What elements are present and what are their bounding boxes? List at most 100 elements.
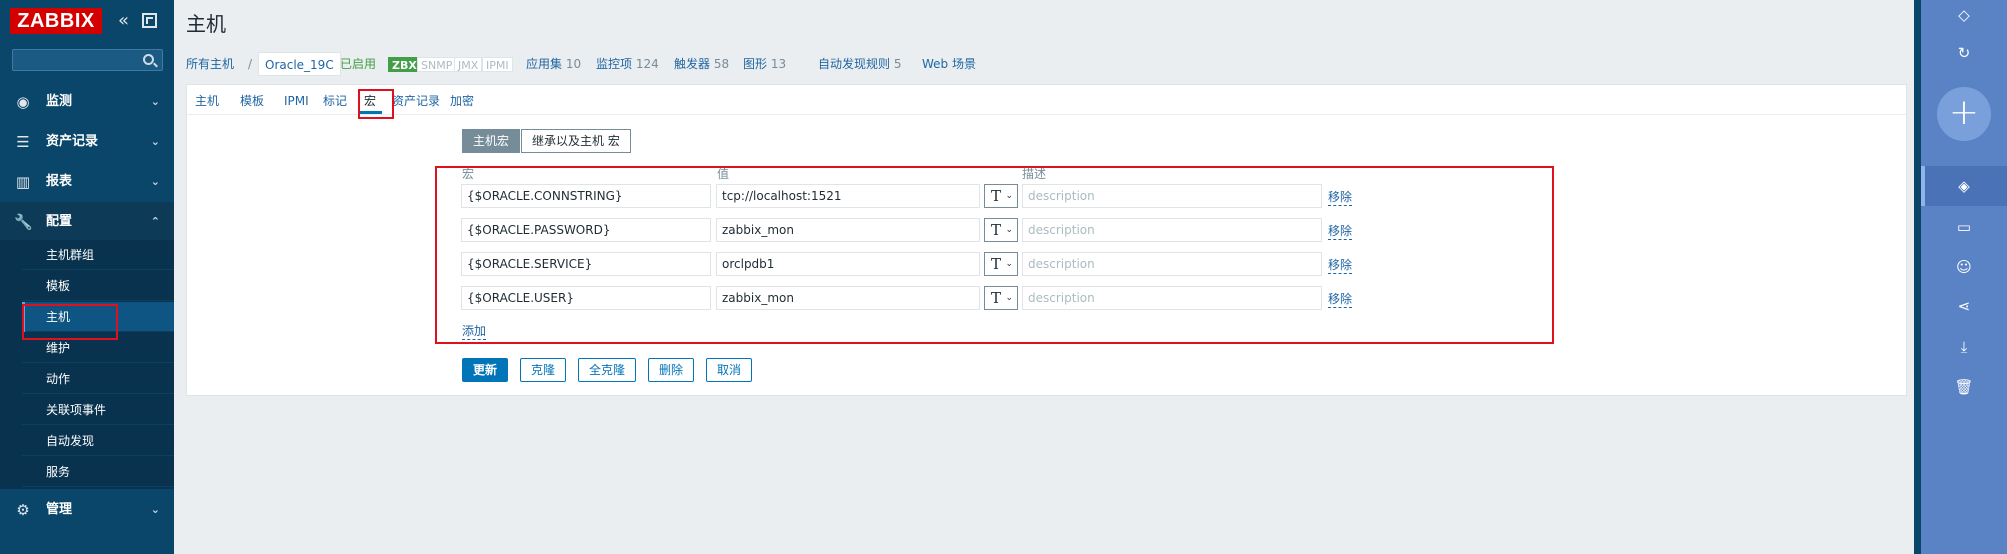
toggle-host-macros[interactable]: 主机宏 — [462, 129, 521, 153]
submenu-host-groups[interactable]: 主机群组 — [22, 240, 174, 270]
configuration-submenu: 主机群组 模板 主机 维护 动作 关联项事件 自动发现 服务 — [0, 240, 174, 489]
highlight-box-hosts — [22, 304, 118, 340]
macro-name-field[interactable]: {$ORACLE.PASSWORD} — [461, 218, 711, 242]
menu-administration[interactable]: ⚙ 管理 ⌄ — [0, 490, 174, 530]
value-type-dropdown[interactable]: T ⌄ — [984, 286, 1018, 310]
remove-link[interactable]: 移除 — [1328, 222, 1353, 240]
macro-description-field[interactable]: description — [1022, 184, 1322, 208]
user-icon[interactable]: ☺ — [1954, 258, 1974, 276]
remove-link[interactable]: 移除 — [1328, 256, 1353, 274]
menu-label: 管理 — [46, 502, 73, 517]
stat-label: 触发器 — [674, 57, 711, 71]
stat-count: 10 — [565, 57, 582, 71]
share-icon[interactable]: ⋖ — [1954, 297, 1974, 315]
tab-ipmi[interactable]: IPMI — [284, 91, 309, 113]
submenu-services[interactable]: 服务 — [22, 457, 174, 487]
chevron-down-icon: ⌄ — [1005, 191, 1013, 201]
chevron-up-icon: ⌃ — [150, 215, 160, 228]
submenu-discovery[interactable]: 自动发现 — [22, 426, 174, 456]
macro-value-field[interactable]: zabbix_mon — [716, 218, 980, 242]
badge-zbx: ZBX — [388, 57, 421, 72]
macro-name-field[interactable]: {$ORACLE.CONNSTRING} — [461, 184, 711, 208]
menu-configuration[interactable]: 🔧 配置 ⌃ — [0, 202, 174, 242]
menu-reports[interactable]: ▥ 报表 ⌄ — [0, 162, 174, 202]
stat-web-scenarios[interactable]: Web 场景 — [922, 52, 976, 76]
download-icon[interactable]: ⤓ — [1954, 338, 1974, 356]
menu-monitoring[interactable]: ◉ 监测 ⌄ — [0, 82, 174, 122]
stat-label: 应用集 — [526, 57, 563, 71]
stat-count: 124 — [635, 57, 659, 71]
remove-link[interactable]: 移除 — [1328, 290, 1353, 308]
double-chevron-left-icon[interactable]: « — [118, 11, 134, 31]
value-type-dropdown[interactable]: T ⌄ — [984, 252, 1018, 276]
main-content: 主机 所有主机 / Oracle_19C 已启用 ZBX SNMP JMX IP… — [174, 0, 1914, 554]
stat-triggers[interactable]: 触发器 58 — [674, 52, 729, 76]
stat-label: 监控项 — [596, 57, 633, 71]
stat-label: Web 场景 — [922, 57, 976, 71]
column-value: 值 — [717, 167, 730, 181]
submenu-actions[interactable]: 动作 — [22, 364, 174, 394]
menu-label: 监测 — [46, 94, 73, 109]
highlight-box-macros-tab — [358, 89, 394, 119]
menu-inventory[interactable]: ☰ 资产记录 ⌄ — [0, 122, 174, 162]
stat-applications[interactable]: 应用集 10 — [526, 52, 581, 76]
tab-templates[interactable]: 模板 — [240, 91, 264, 113]
macro-description-field[interactable]: description — [1022, 218, 1322, 242]
menu-label: 资产记录 — [46, 134, 99, 149]
trash-icon[interactable]: 🗑 — [1954, 378, 1974, 396]
macro-value-field[interactable]: tcp://localhost:1521 — [716, 184, 980, 208]
plus-icon[interactable]: + — [1937, 87, 1991, 141]
layers-icon[interactable]: ◈ — [1954, 177, 1974, 195]
value-type-dropdown[interactable]: T ⌄ — [984, 184, 1018, 208]
remove-link[interactable]: 移除 — [1328, 188, 1353, 206]
badge-ipmi: IPMI — [482, 57, 513, 72]
macro-description-field[interactable]: description — [1022, 252, 1322, 276]
macro-name-field[interactable]: {$ORACLE.SERVICE} — [461, 252, 711, 276]
stat-items[interactable]: 监控项 124 — [596, 52, 659, 76]
toggle-inherited-macros[interactable]: 继承以及主机 宏 — [521, 129, 631, 153]
status-enabled[interactable]: 已启用 — [340, 52, 376, 76]
chevron-down-icon: ⌄ — [1005, 293, 1013, 303]
wrench-icon: 🔧 — [14, 213, 33, 231]
stat-discovery-rules[interactable]: 自动发现规则 5 — [818, 52, 901, 76]
chevron-down-icon: ⌄ — [150, 95, 160, 108]
stat-label: 自动发现规则 — [818, 57, 891, 71]
menu-label: 报表 — [46, 174, 73, 189]
sidebar: ZABBIX « ◉ 监测 ⌄ ☰ 资产记录 ⌄ ▥ 报表 ⌄ 🔧 配置 ⌃ 主… — [0, 0, 174, 554]
stat-graphs[interactable]: 图形 13 — [743, 52, 786, 76]
badge-snmp: SNMP — [417, 57, 457, 72]
zabbix-logo[interactable]: ZABBIX — [10, 8, 102, 34]
macro-value-field[interactable]: zabbix_mon — [716, 286, 980, 310]
folder-icon[interactable]: ▭ — [1954, 218, 1974, 236]
chevron-down-icon: ⌄ — [1005, 259, 1013, 269]
value-type-dropdown[interactable]: T ⌄ — [984, 218, 1018, 242]
tab-tags[interactable]: 标记 — [323, 91, 347, 113]
breadcrumb-separator: / — [248, 57, 253, 71]
bar-chart-icon: ▥ — [15, 173, 31, 191]
macro-description-field[interactable]: description — [1022, 286, 1322, 310]
tab-inventory[interactable]: 资产记录 — [392, 91, 440, 113]
refresh-icon[interactable]: ↻ — [1954, 44, 1974, 62]
page-title: 主机 — [186, 12, 226, 36]
delete-button[interactable]: 删除 — [648, 358, 695, 382]
text-type-icon: T — [991, 255, 1002, 273]
diamond-icon[interactable]: ◇ — [1954, 6, 1974, 24]
macro-value-field[interactable]: orclpdb1 — [716, 252, 980, 276]
submenu-templates[interactable]: 模板 — [22, 271, 174, 301]
clone-button[interactable]: 克隆 — [520, 358, 567, 382]
tab-host[interactable]: 主机 — [195, 91, 219, 113]
text-type-icon: T — [991, 221, 1002, 239]
add-macro-link[interactable]: 添加 — [462, 324, 487, 340]
breadcrumb-all-hosts[interactable]: 所有主机 — [186, 52, 234, 76]
search-input[interactable] — [12, 49, 163, 71]
submenu-event-correlation[interactable]: 关联项事件 — [22, 395, 174, 425]
tab-encryption[interactable]: 加密 — [450, 91, 474, 113]
cancel-button[interactable]: 取消 — [706, 358, 753, 382]
update-button[interactable]: 更新 — [462, 358, 509, 382]
full-clone-button[interactable]: 全克隆 — [578, 358, 637, 382]
macro-name-field[interactable]: {$ORACLE.USER} — [461, 286, 711, 310]
chevron-down-icon: ⌄ — [150, 175, 160, 188]
breadcrumb-host[interactable]: Oracle_19C — [258, 52, 341, 76]
search-icon[interactable] — [143, 54, 154, 65]
kiosk-mode-icon[interactable] — [142, 13, 157, 28]
